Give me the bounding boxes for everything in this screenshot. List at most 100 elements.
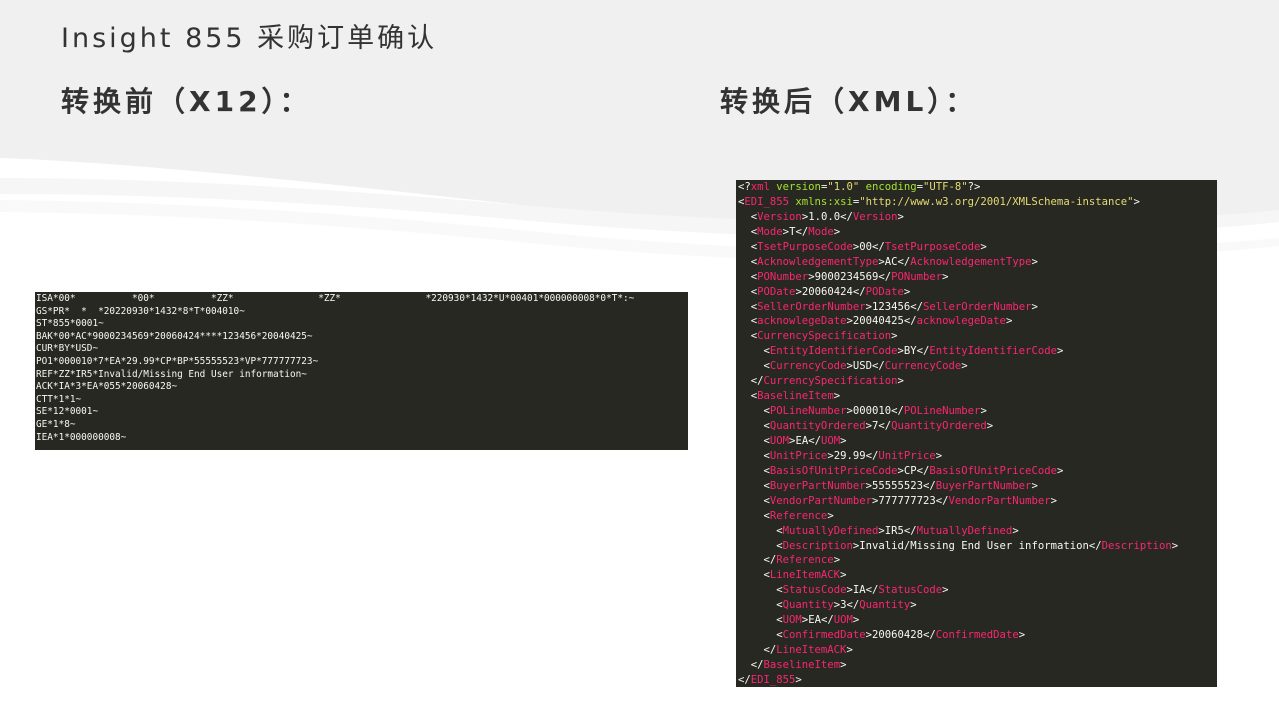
xml-punct: > — [1031, 255, 1038, 268]
xml-text-value: IA — [852, 584, 866, 597]
xml-tag-name: Reference — [776, 554, 834, 567]
xml-text-value: AC — [884, 255, 898, 268]
xml-tag-name: UOM — [782, 614, 802, 627]
xml-tag-name: Description — [782, 539, 853, 552]
xml-text-value: 9000234569 — [814, 270, 879, 283]
xml-punct: > — [1171, 539, 1179, 552]
xml-tag-name: BasisOfUnitPriceCode — [929, 464, 1057, 477]
xml-code-line: <UnitPrice>29.99</UnitPrice> — [738, 449, 1217, 464]
xml-tag-name: CurrencyCode — [769, 360, 847, 373]
xml-punct: </ — [763, 554, 777, 567]
x12-segment-line: ST*855*0001~ — [36, 318, 104, 330]
xml-tag-name: BaselineItem — [763, 659, 841, 671]
xml-code-line: </EDI_855> — [738, 673, 1217, 687]
xml-tag-name: CurrencySpecification — [763, 375, 898, 388]
xml-code-line: <acknowlegeDate>20040425</acknowlegeDate… — [738, 314, 1217, 329]
xml-tag-name: Mode — [808, 225, 834, 238]
xml-code-line: <EntityIdentifierCode>BY</EntityIdentifi… — [738, 344, 1217, 359]
xml-punct: </ — [916, 345, 930, 358]
xml-punct: > — [1031, 300, 1038, 313]
xml-tag-name: TsetPurposeCode — [884, 240, 981, 253]
before-heading: 转换前（X12）： — [61, 85, 312, 118]
x12-segment-line: ACK*IA*3*EA*055*20060428~ — [36, 381, 178, 393]
xml-tag-name: UnitPrice — [878, 449, 936, 462]
xml-code-line: <LineItemACK> — [738, 568, 1217, 583]
xml-punct: > — [1005, 315, 1013, 328]
xml-tag-name: SellerOrderNumber — [923, 300, 1032, 313]
xml-tag-name: QuantityOrdered — [891, 420, 987, 432]
xml-text-value: USD — [852, 360, 872, 373]
xml-punct: </ — [840, 210, 853, 223]
xml-text-value: Invalid/Missing End User information — [859, 539, 1089, 552]
xml-text-value: BY — [903, 345, 917, 358]
xml-punct: </ — [852, 285, 866, 298]
xml-tag-name: BaselineItem — [757, 390, 834, 403]
xml-punct: > — [980, 405, 987, 418]
xml-punct: </ — [897, 255, 911, 268]
xml-tag-name: EDI_855 — [744, 195, 790, 208]
xml-code-line: </CurrencySpecification> — [738, 374, 1217, 389]
xml-punct: > — [795, 673, 802, 686]
xml-tag-name: ConfirmedDate — [782, 629, 866, 642]
x12-segment-line: CTT*1*1~ — [36, 393, 82, 405]
xml-code-line: </BaselineItem> — [738, 658, 1217, 673]
xml-tag-name: PONumber — [757, 270, 809, 283]
xml-punct: > — [1012, 524, 1019, 537]
xml-punct: > — [942, 584, 949, 597]
xml-punct: > — [897, 375, 904, 388]
xml-code-line: <CurrencySpecification> — [738, 329, 1217, 344]
xml-code-line: <BasisOfUnitPriceCode>CP</BasisOfUnitPri… — [738, 464, 1217, 479]
x12-segment-line: CUR*BY*USD~ — [36, 343, 99, 355]
xml-tag-name: UOM — [833, 614, 853, 627]
xml-attr-name: xmlns:xsi — [789, 195, 853, 208]
xml-code-line: <CurrencyCode>USD</CurrencyCode> — [738, 359, 1217, 374]
xml-code-line: <QuantityOrdered>7</QuantityOrdered> — [738, 419, 1217, 434]
after-heading: 转换后（XML）： — [720, 85, 978, 118]
xml-tag-name: ConfirmedDate — [935, 629, 1019, 642]
xml-tag-name: VendorPartNumber — [948, 494, 1051, 507]
xml-tag-name: BasisOfUnitPriceCode — [769, 464, 898, 477]
xml-text-value: 20060428 — [871, 629, 924, 642]
xml-decl-name: xml — [750, 181, 770, 193]
xml-tag-name: SellerOrderNumber — [757, 300, 866, 313]
xml-punct: </ — [891, 405, 904, 418]
xml-code-line: <MutuallyDefined>IR5</MutuallyDefined> — [738, 524, 1217, 539]
xml-text-value: 000010 — [852, 405, 892, 418]
xml-code-line: <UOM>EA</UOM> — [738, 613, 1217, 628]
xml-attr-value: "UTF-8" — [923, 181, 968, 193]
xml-tag-name: UOM — [769, 434, 790, 447]
xml-code-line: <EDI_855 xmlns:xsi="http://www.w3.org/20… — [738, 195, 1217, 210]
xml-tag-name: VendorPartNumber — [769, 494, 872, 507]
xml-code-line: <VendorPartNumber>777777723</VendorPartN… — [738, 494, 1217, 509]
x12-segment-line: SE*12*0001~ — [36, 406, 99, 418]
xml-punct: </ — [820, 614, 834, 627]
page-title: Insight 855 采购订单确认 — [61, 23, 438, 54]
xml-punct: > — [935, 449, 943, 462]
xml-punct: </ — [846, 599, 860, 612]
xml-text-value: 55555523 — [871, 479, 923, 492]
xml-tag-name: BuyerPartNumber — [769, 479, 866, 492]
xml-punct: > — [1056, 345, 1064, 358]
xml-punct: > — [852, 614, 860, 627]
xml-punct: > — [980, 240, 987, 253]
xml-text-value: 777777723 — [878, 494, 936, 507]
xml-tag-name: StatusCode — [878, 584, 943, 597]
xml-punct: > — [910, 599, 917, 612]
xml-tag-name: Quantity — [782, 599, 834, 612]
xml-text-value: EA — [795, 434, 809, 447]
xml-punct: > — [986, 420, 994, 432]
xml-text-value: CP — [903, 464, 917, 477]
xml-tag-name: QuantityOrdered — [769, 420, 866, 432]
xml-punct: > — [903, 285, 911, 298]
xml-punct: > — [840, 659, 847, 671]
xml-punct: > — [1050, 494, 1057, 507]
xml-text-value: IR5 — [884, 524, 904, 537]
xml-code-line: <UOM>EA</UOM> — [738, 434, 1217, 449]
xml-code-line: <BaselineItem> — [738, 389, 1217, 404]
xml-text-value: 29.99 — [833, 449, 866, 462]
xml-tag-name: Version — [852, 210, 898, 223]
xml-punct: </ — [910, 300, 924, 313]
xml-tag-name: acknowlegeDate — [757, 315, 847, 328]
xml-punct: > — [1133, 195, 1140, 208]
xml-punct: > — [1056, 464, 1064, 477]
